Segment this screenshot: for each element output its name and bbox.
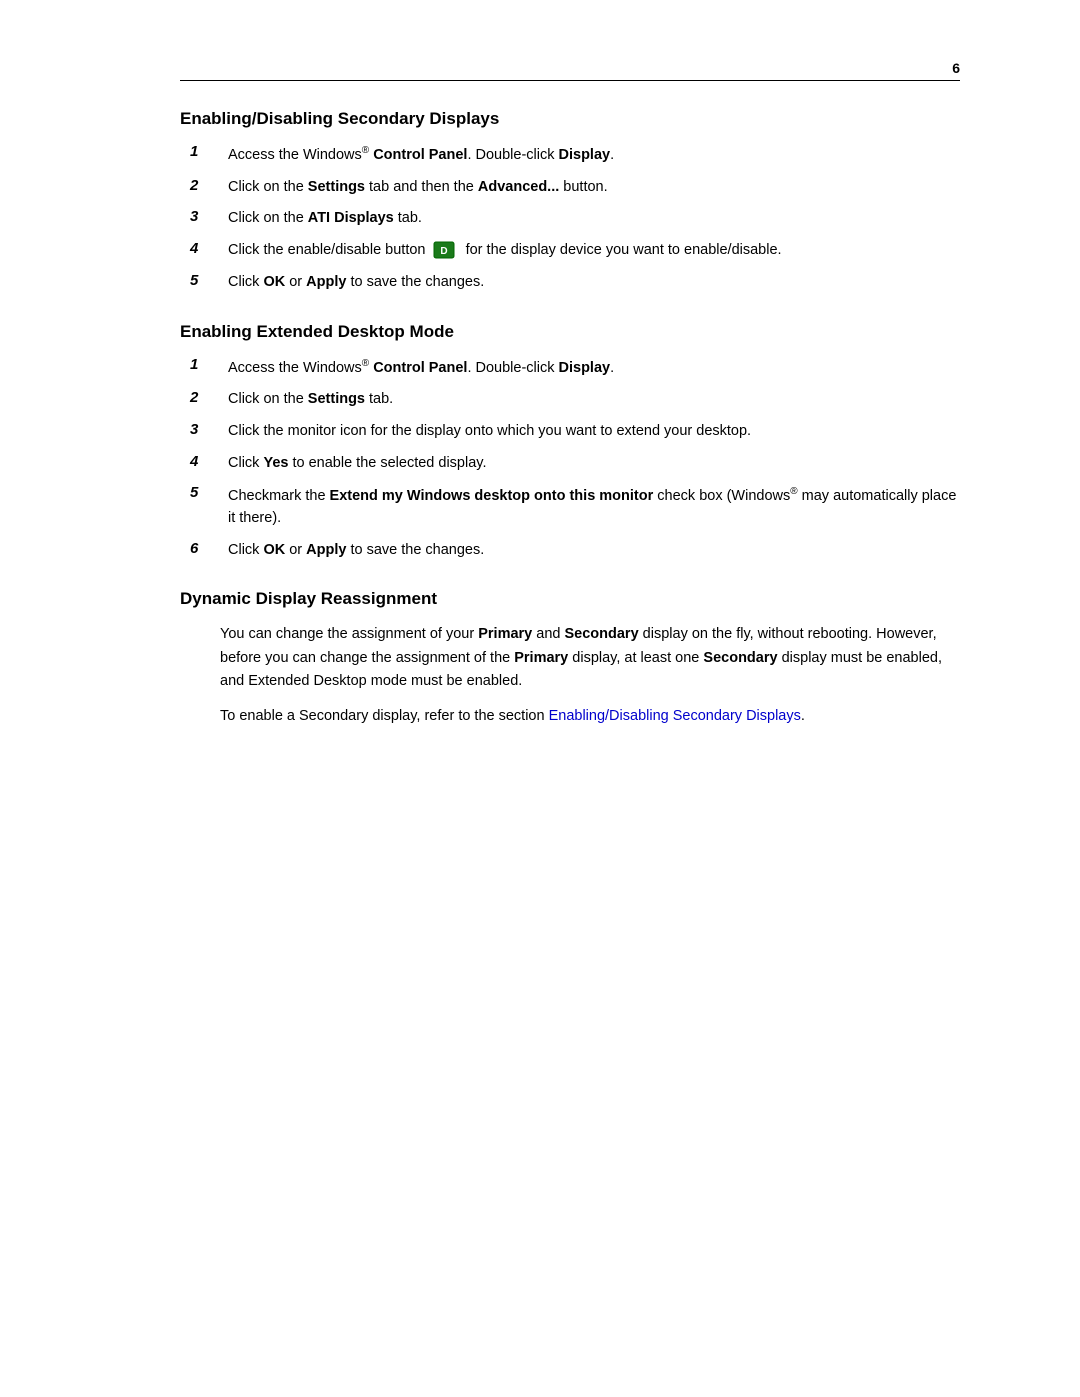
step-text: Access the Windows® Control Panel. Doubl… bbox=[228, 143, 960, 167]
enabling-disabling-link[interactable]: Enabling/Disabling Secondary Displays bbox=[549, 708, 801, 724]
step-6-section2: 6 Click OK or Apply to save the changes. bbox=[180, 540, 960, 562]
step-number: 4 bbox=[190, 240, 220, 257]
step-text: Click on the Settings tab and then the A… bbox=[228, 177, 960, 199]
section-extended-desktop: Enabling Extended Desktop Mode 1 Access … bbox=[180, 322, 960, 562]
step-text: Click the monitor icon for the display o… bbox=[228, 421, 960, 443]
section-dynamic-display: Dynamic Display Reassignment You can cha… bbox=[180, 589, 960, 728]
step-2-section1: 2 Click on the Settings tab and then the… bbox=[180, 177, 960, 199]
step-text: Click OK or Apply to save the changes. bbox=[228, 540, 960, 562]
steps-list-2: 1 Access the Windows® Control Panel. Dou… bbox=[180, 356, 960, 562]
step-text: Click the enable/disable button D for th… bbox=[228, 240, 960, 262]
step-text: Click Yes to enable the selected display… bbox=[228, 453, 960, 475]
step-text: Checkmark the Extend my Windows desktop … bbox=[228, 484, 960, 529]
dynamic-display-para2: To enable a Secondary display, refer to … bbox=[220, 705, 960, 728]
step-1-section2: 1 Access the Windows® Control Panel. Dou… bbox=[180, 356, 960, 380]
step-4-section1: 4 Click the enable/disable button D for … bbox=[180, 240, 960, 262]
step-2-section2: 2 Click on the Settings tab. bbox=[180, 389, 960, 411]
svg-text:D: D bbox=[440, 246, 447, 257]
step-3-section2: 3 Click the monitor icon for the display… bbox=[180, 421, 960, 443]
step-text: Access the Windows® Control Panel. Doubl… bbox=[228, 356, 960, 380]
steps-list-1: 1 Access the Windows® Control Panel. Dou… bbox=[180, 143, 960, 294]
section1-title: Enabling/Disabling Secondary Displays bbox=[180, 109, 960, 129]
step-number: 4 bbox=[190, 453, 220, 470]
step-number: 3 bbox=[190, 421, 220, 438]
step-number: 1 bbox=[190, 356, 220, 373]
step-number: 5 bbox=[190, 272, 220, 289]
page-number-line: 6 bbox=[180, 60, 960, 81]
step-number: 5 bbox=[190, 484, 220, 501]
step-3-section1: 3 Click on the ATI Displays tab. bbox=[180, 208, 960, 230]
dynamic-display-para1: You can change the assignment of your Pr… bbox=[220, 623, 960, 693]
step-text: Click on the Settings tab. bbox=[228, 389, 960, 411]
step-text: Click OK or Apply to save the changes. bbox=[228, 272, 960, 294]
page-number: 6 bbox=[952, 60, 960, 76]
step-number: 1 bbox=[190, 143, 220, 160]
step-1-section1: 1 Access the Windows® Control Panel. Dou… bbox=[180, 143, 960, 167]
step-text: Click on the ATI Displays tab. bbox=[228, 208, 960, 230]
step-number: 3 bbox=[190, 208, 220, 225]
section-enabling-disabling: Enabling/Disabling Secondary Displays 1 … bbox=[180, 109, 960, 294]
step-number: 6 bbox=[190, 540, 220, 557]
step-number: 2 bbox=[190, 177, 220, 194]
step-number: 2 bbox=[190, 389, 220, 406]
step-5-section2: 5 Checkmark the Extend my Windows deskto… bbox=[180, 484, 960, 529]
page: 6 Enabling/Disabling Secondary Displays … bbox=[0, 0, 1080, 1397]
section2-title: Enabling Extended Desktop Mode bbox=[180, 322, 960, 342]
enable-disable-icon: D bbox=[433, 241, 455, 259]
step-5-section1: 5 Click OK or Apply to save the changes. bbox=[180, 272, 960, 294]
step-4-section2: 4 Click Yes to enable the selected displ… bbox=[180, 453, 960, 475]
section3-title: Dynamic Display Reassignment bbox=[180, 589, 960, 609]
